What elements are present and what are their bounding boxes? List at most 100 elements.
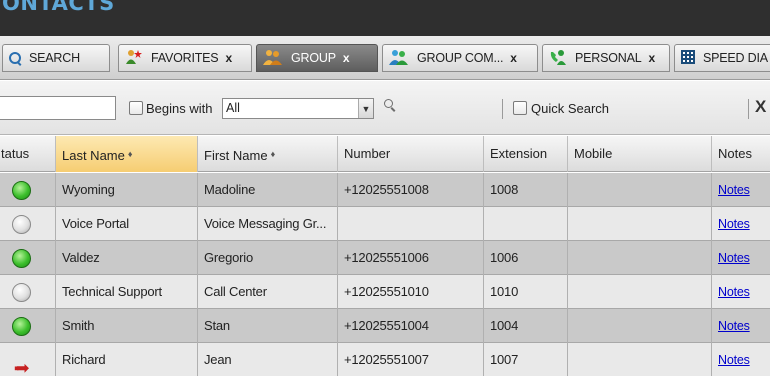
tab-label: FAVORITES	[151, 51, 219, 65]
search-icon[interactable]	[384, 99, 396, 111]
status-cell	[0, 241, 56, 275]
column-header-notes[interactable]: Notes	[712, 136, 770, 172]
status-cell: ▪➡	[0, 343, 56, 376]
close-icon[interactable]: X	[755, 97, 766, 117]
table-row[interactable]: Technical Support Call Center +12025551010…	[0, 275, 770, 309]
mobile-cell	[568, 343, 712, 376]
tab-search[interactable]: SEARCH	[2, 44, 110, 72]
favorites-icon	[125, 49, 143, 68]
group-common-icon	[389, 49, 409, 68]
notes-link[interactable]: Notes	[718, 353, 750, 367]
column-header-extension[interactable]: Extension	[484, 136, 568, 172]
notes-cell: Notes	[712, 343, 770, 376]
presence-available-icon	[12, 317, 31, 336]
column-header-first-name[interactable]: First Name ♦	[198, 136, 338, 172]
notes-link[interactable]: Notes	[718, 319, 750, 333]
tab-group[interactable]: GROUP x	[256, 44, 378, 72]
status-cell	[0, 275, 56, 309]
quick-search-checkbox[interactable]	[513, 101, 527, 115]
mobile-cell	[568, 173, 712, 207]
status-cell	[0, 173, 56, 207]
number-cell	[338, 207, 484, 241]
status-cell	[0, 309, 56, 343]
tab-label: PERSONAL	[575, 51, 642, 65]
begins-with-checkbox[interactable]	[129, 101, 143, 115]
last-name-cell: Smith	[56, 309, 198, 343]
extension-cell: 1008	[484, 173, 568, 207]
personal-icon	[549, 49, 567, 68]
notes-link[interactable]: Notes	[718, 251, 750, 265]
notes-link[interactable]: Notes	[718, 217, 750, 231]
close-tab-icon[interactable]: x	[225, 51, 232, 65]
number-cell: +12025551007	[338, 343, 484, 376]
last-name-cell: Valdez	[56, 241, 198, 275]
notes-link[interactable]: Notes	[718, 285, 750, 299]
notes-cell: Notes	[712, 241, 770, 275]
column-header-status[interactable]: tatus	[0, 136, 56, 172]
tab-label: SPEED DIA	[703, 51, 768, 65]
column-header-mobile[interactable]: Mobile	[568, 136, 712, 172]
column-header-number[interactable]: Number	[338, 136, 484, 172]
extension-cell: 1004	[484, 309, 568, 343]
chevron-down-icon[interactable]: ▼	[358, 99, 373, 118]
presence-available-icon	[12, 249, 31, 268]
notes-link[interactable]: Notes	[718, 183, 750, 197]
presence-available-icon	[12, 181, 31, 200]
last-name-cell: Voice Portal	[56, 207, 198, 241]
table-row[interactable]: Voice Portal Voice Messaging Gr... Notes	[0, 207, 770, 241]
presence-unknown-icon	[12, 215, 31, 234]
tab-favorites[interactable]: FAVORITES x	[118, 44, 252, 72]
mobile-cell	[568, 309, 712, 343]
tab-label: SEARCH	[29, 51, 80, 65]
group-icon	[263, 49, 283, 68]
filter-bar: Begins with All ▼ Quick Search X	[0, 81, 770, 135]
table-row[interactable]: Smith Stan +12025551004 1004 Notes	[0, 309, 770, 343]
first-name-cell: Stan	[198, 309, 338, 343]
begins-with-select[interactable]: All ▼	[222, 98, 374, 119]
panel-title-bar: ONTACTS	[0, 0, 770, 36]
last-name-cell: Wyoming	[56, 173, 198, 207]
begins-with-value: All	[226, 101, 240, 115]
notes-cell: Notes	[712, 275, 770, 309]
mobile-cell	[568, 275, 712, 309]
number-cell: +12025551008	[338, 173, 484, 207]
table-row[interactable]: ▪➡ Richard Jean +12025551007 1007 Notes	[0, 343, 770, 376]
tab-label: GROUP COM...	[417, 51, 504, 65]
extension-cell	[484, 207, 568, 241]
last-name-cell: Richard	[56, 343, 198, 376]
divider	[748, 99, 749, 119]
extension-cell: 1010	[484, 275, 568, 309]
table-row[interactable]: Valdez Gregorio +12025551006 1006 Notes	[0, 241, 770, 275]
extension-cell: 1006	[484, 241, 568, 275]
divider	[502, 99, 503, 119]
sort-icon: ♦	[270, 149, 276, 159]
search-icon	[9, 52, 21, 64]
quick-search-label: Quick Search	[531, 101, 610, 116]
speed-dial-icon	[681, 49, 695, 67]
search-input[interactable]	[0, 96, 116, 120]
mobile-cell	[568, 207, 712, 241]
close-tab-icon[interactable]: x	[648, 51, 655, 65]
tab-label: GROUP	[291, 51, 336, 65]
panel-title: ONTACTS	[2, 0, 115, 15]
status-cell	[0, 207, 56, 241]
table-row[interactable]: Wyoming Madoline +12025551008 1008 Notes	[0, 173, 770, 207]
number-cell: +12025551004	[338, 309, 484, 343]
number-cell: +12025551006	[338, 241, 484, 275]
tab-personal[interactable]: PERSONAL x	[542, 44, 670, 72]
tab-group-common[interactable]: GROUP COM... x	[382, 44, 538, 72]
first-name-cell: Jean	[198, 343, 338, 376]
close-tab-icon[interactable]: x	[510, 51, 517, 65]
number-cell: +12025551010	[338, 275, 484, 309]
mobile-cell	[568, 241, 712, 275]
last-name-cell: Technical Support	[56, 275, 198, 309]
call-forward-icon: ▪➡	[14, 360, 29, 376]
tab-bar: SEARCH FAVORITES x GROUP x GROUP COM... …	[0, 36, 770, 80]
presence-unknown-icon	[12, 283, 31, 302]
column-header-last-name[interactable]: Last Name ♦	[56, 136, 198, 172]
table-header: tatus Last Name ♦ First Name ♦ Number Exte…	[0, 136, 770, 172]
tab-speed-dial[interactable]: SPEED DIA	[674, 44, 770, 72]
close-tab-icon[interactable]: x	[343, 51, 350, 65]
first-name-cell: Call Center	[198, 275, 338, 309]
first-name-cell: Voice Messaging Gr...	[198, 207, 338, 241]
